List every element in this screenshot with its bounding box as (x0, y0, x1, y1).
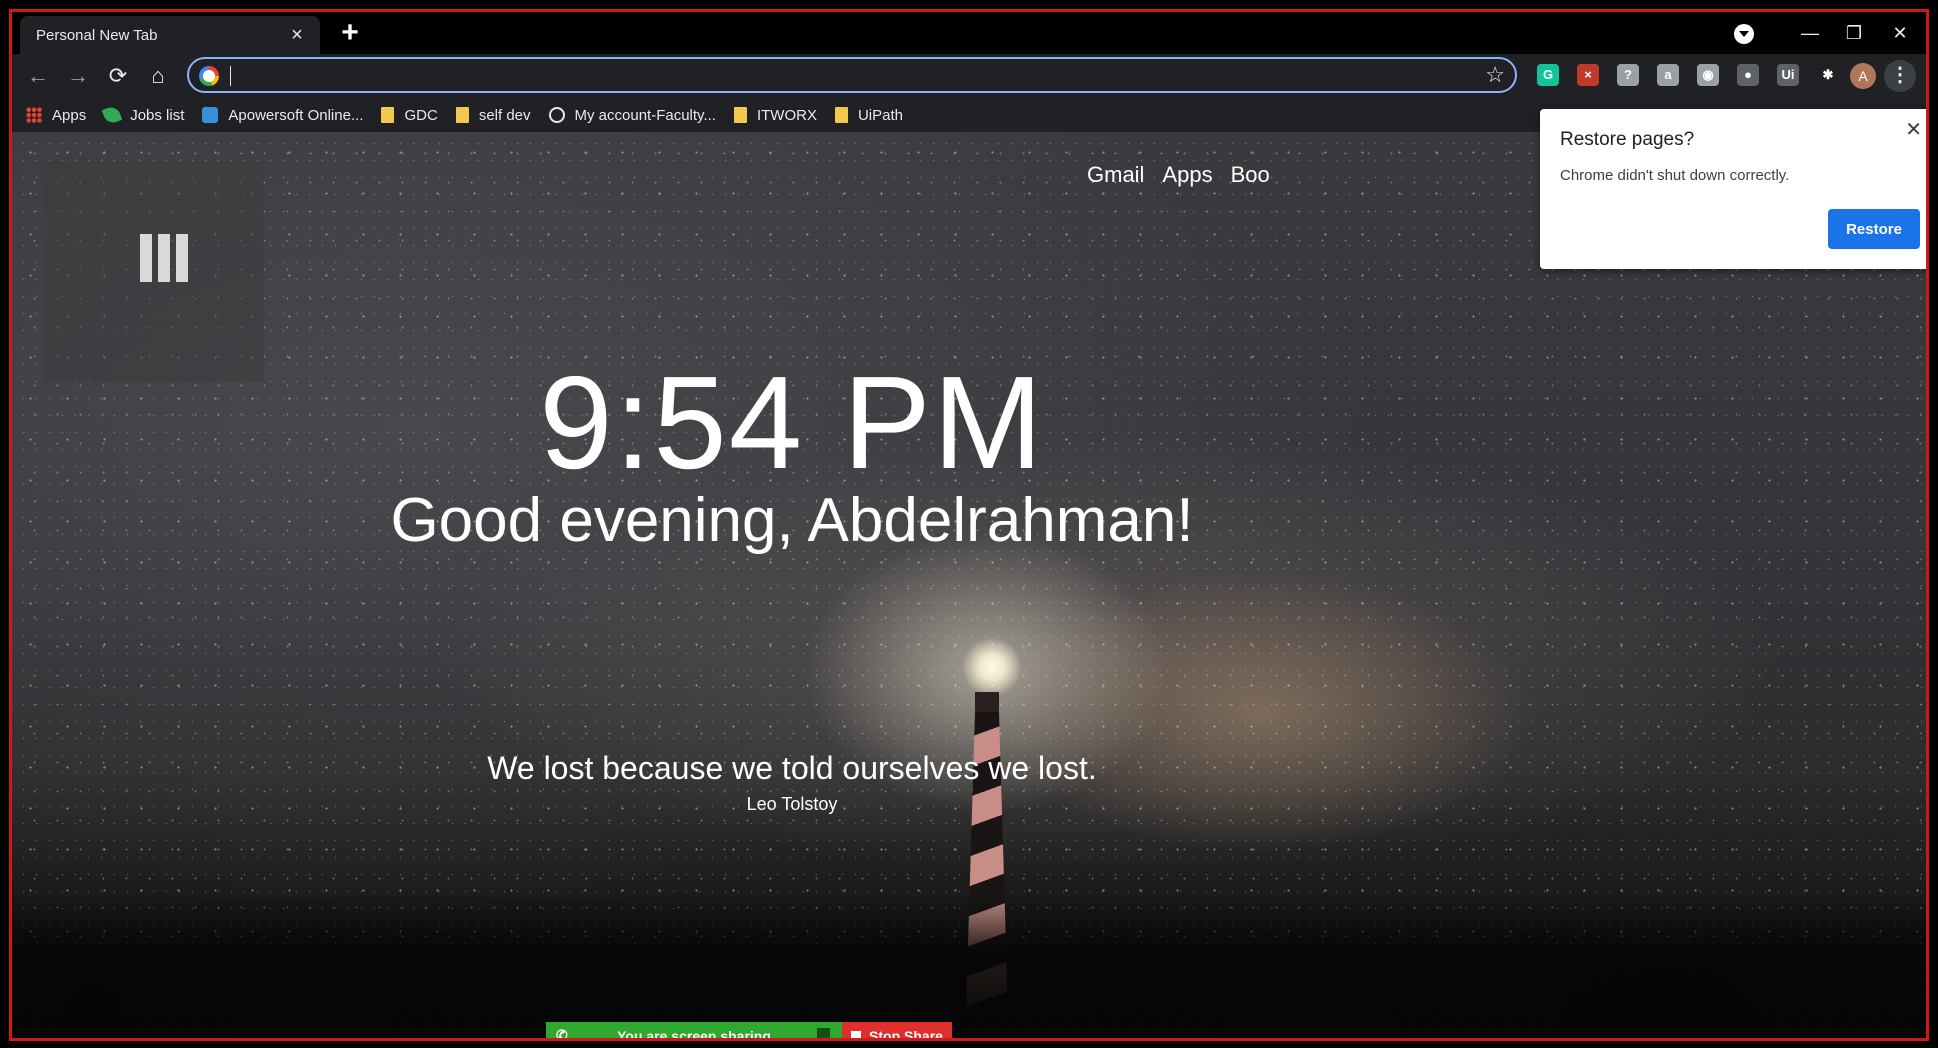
restore-button[interactable]: Restore (1828, 209, 1920, 249)
browser-toolbar: ← → ⟳ ⌂ ☆ G ×? a ◉ ● Ui ✱ A ⋮ (12, 54, 1926, 98)
uipath-icon[interactable]: Ui (1777, 64, 1799, 86)
sharing-status: ✆ You are screen sharing (546, 1022, 842, 1041)
bookmark-gdc[interactable]: GDC (381, 101, 438, 129)
tab-title: Personal New Tab (36, 26, 158, 44)
bookmark-label: self dev (478, 106, 531, 124)
title-bar: Personal New Tab × + — ❐ ✕ (12, 12, 1926, 54)
chrome-menu-icon[interactable]: ⋮ (1884, 60, 1916, 92)
bookmark-my-account-faculty[interactable]: My account-Faculty... (548, 101, 716, 129)
bookmarks-link[interactable]: Boo (1231, 162, 1270, 188)
bookmark-label: My account-Faculty... (574, 106, 716, 124)
stop-share-label: Stop Share (869, 1028, 943, 1041)
bookmark-itworx[interactable]: ITWORX (733, 101, 817, 129)
puzzle-extensions-icon[interactable]: ✱ (1817, 64, 1839, 86)
bookmark-label: ITWORX (756, 106, 817, 124)
adblock-icon[interactable]: × (1577, 64, 1599, 86)
tab-search-icon[interactable] (1734, 24, 1754, 44)
home-icon[interactable]: ⌂ (144, 62, 172, 90)
text-caret (230, 66, 231, 86)
bookmark-label: Apps (52, 106, 87, 124)
dialog-message: Chrome didn't shut down correctly. (1560, 167, 1790, 184)
stop-share-button[interactable]: Stop Share (842, 1022, 952, 1041)
camera-icon[interactable]: ◉ (1697, 64, 1719, 86)
tab-personal-new-tab[interactable]: Personal New Tab × (20, 16, 320, 54)
google-g-icon (199, 66, 219, 86)
gmail-link[interactable]: Gmail (1087, 162, 1144, 188)
top-links: Gmail Apps Boo (1087, 162, 1270, 188)
apps-link[interactable]: Apps (1162, 162, 1212, 188)
folder-icon (381, 107, 395, 123)
screen-share-frame: Personal New Tab × + — ❐ ✕ ← → ⟳ ⌂ ☆ G ×?… (9, 9, 1929, 1041)
minimize-button[interactable]: — (1788, 18, 1832, 48)
globe-icon (548, 107, 565, 123)
bookmark-apowersoft-online[interactable]: Apowersoft Online... (202, 101, 363, 129)
close-window-button[interactable]: ✕ (1878, 18, 1922, 48)
address-bar[interactable]: ☆ (187, 57, 1517, 93)
dialog-close-icon[interactable]: ✕ (1905, 117, 1922, 142)
folder-icon (455, 107, 469, 123)
profile-avatar[interactable]: A (1850, 63, 1876, 89)
bookmark-uipath[interactable]: UiPath (834, 101, 903, 129)
treeline-silhouette (12, 894, 1926, 1038)
circle-ext-icon[interactable]: ● (1737, 64, 1759, 86)
address-input[interactable] (229, 63, 1449, 87)
phone-icon: ✆ (556, 1027, 568, 1041)
privacy-shield-icon[interactable]: ? (1617, 64, 1639, 86)
grammarly-icon[interactable]: G (1537, 64, 1559, 86)
pause-bars-icon (140, 234, 188, 282)
folder-icon (834, 107, 848, 123)
screen-share-bar: ✆ You are screen sharing Stop Share (546, 1022, 952, 1041)
bookmark-jobs-list[interactable]: Jobs list (101, 101, 185, 129)
restore-window-button[interactable]: ❐ (1832, 18, 1876, 48)
apowersoft-icon (202, 107, 219, 123)
bookmark-label: Jobs list (130, 106, 185, 124)
clock-display: 9:54 PM (539, 349, 1045, 496)
clipboard-icon[interactable]: a (1657, 64, 1679, 86)
quote-author: Leo Tolstoy (746, 794, 838, 814)
quote-text: We lost because we told ourselves we los… (487, 750, 1097, 786)
new-tab-button[interactable]: + (336, 18, 364, 48)
restore-pages-dialog: Restore pages? Chrome didn't shut down c… (1540, 109, 1926, 269)
bookmark-label: Apowersoft Online... (228, 106, 364, 124)
bookmark-label: UiPath (857, 106, 903, 124)
back-arrow-icon[interactable]: ← (24, 62, 52, 90)
leaf-icon (101, 104, 123, 126)
bookmark-self-dev[interactable]: self dev (455, 101, 531, 129)
forward-arrow-icon[interactable]: → (64, 62, 92, 90)
shield-icon (817, 1028, 830, 1038)
tab-close-icon[interactable]: × (288, 25, 306, 45)
bookmark-star-icon[interactable]: ☆ (1485, 62, 1505, 88)
reload-icon[interactable]: ⟳ (104, 62, 132, 90)
bookmark-label: GDC (404, 106, 438, 124)
apps-grid-icon (26, 107, 42, 123)
bookmark-apps[interactable]: Apps (26, 101, 86, 129)
greeting-text: Good evening, Abdelrahman! (390, 486, 1194, 555)
sharing-status-label: You are screen sharing (617, 1028, 771, 1041)
stop-square-icon (851, 1031, 862, 1038)
folder-icon (733, 107, 747, 123)
dialog-title: Restore pages? (1560, 129, 1695, 150)
